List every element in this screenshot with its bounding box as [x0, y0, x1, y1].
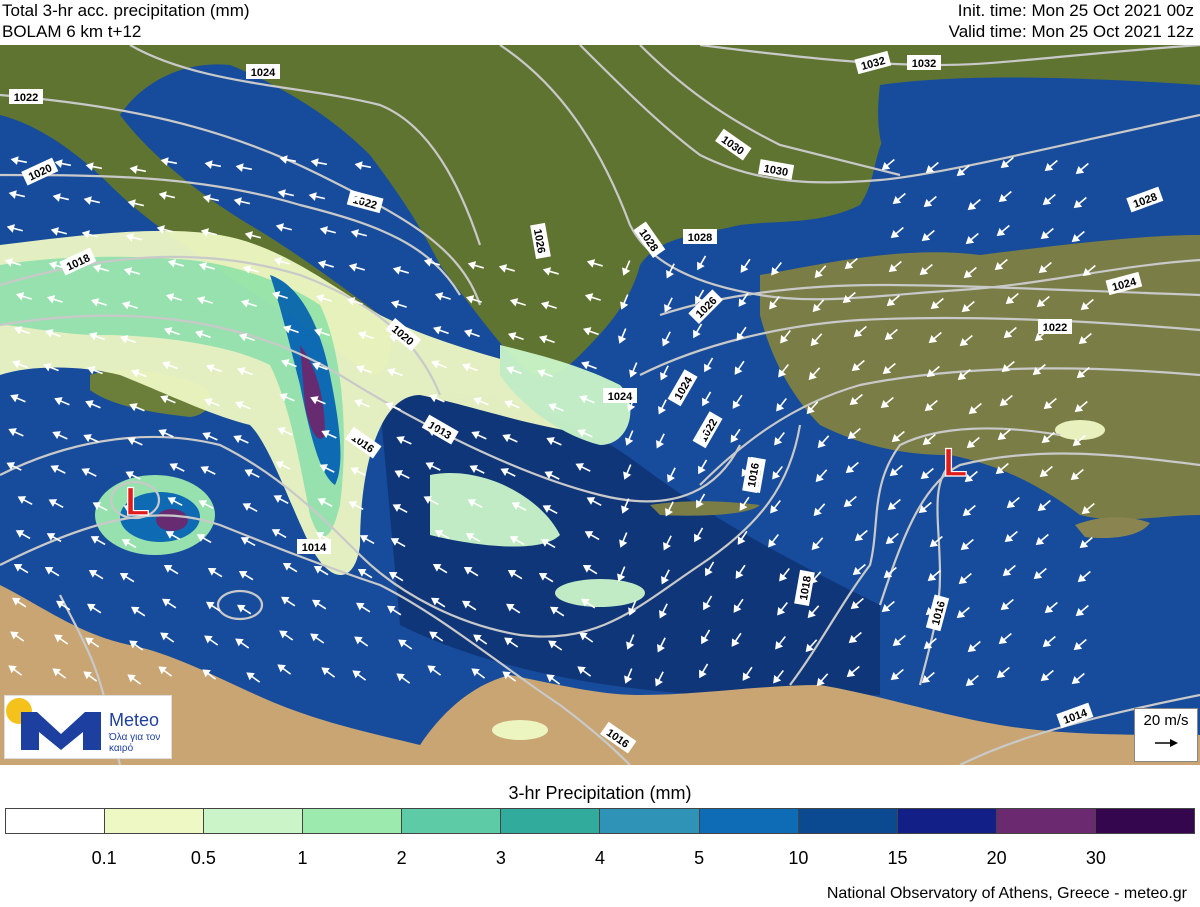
- isobar-label: 1024: [246, 64, 280, 79]
- wind-scale-label: 20 m/s: [1143, 712, 1189, 729]
- low-pressure-marker: L: [125, 480, 149, 524]
- isobar-label-text: 1022: [14, 92, 38, 104]
- isobar-label-text: 1028: [688, 232, 712, 244]
- colorbar-tick-label: 0.5: [190, 848, 216, 868]
- isobar-label-text: 1014: [302, 542, 327, 554]
- colorbar-tick-label: 3: [495, 848, 506, 868]
- colorbar-tick-label: 30: [1085, 848, 1106, 868]
- meteo-logo[interactable]: Meteo Όλα για τον καιρό: [4, 695, 172, 759]
- colorbar-cell: [798, 809, 898, 833]
- colorbar-cell: [600, 809, 700, 833]
- colorbar-cell: [6, 809, 106, 833]
- precip-cell-south: [555, 579, 645, 607]
- colorbar-tick-label: 1: [297, 848, 308, 868]
- colorbar-title: 3-hr Precipitation (mm): [508, 783, 692, 803]
- precip-cell-anatolia: [1055, 420, 1105, 440]
- colorbar-tick-label: 10: [788, 848, 809, 868]
- colorbar-cell: [105, 809, 205, 833]
- wind-scale-key: 20 m/s: [1134, 708, 1198, 762]
- valid-time: Valid time: Mon 25 Oct 2021 12z: [948, 22, 1194, 41]
- colorbar-tick-label: 15: [887, 848, 908, 868]
- colorbar-cell: [897, 809, 997, 833]
- colorbar-tick-label: 5: [694, 848, 705, 868]
- isobar-label: 1028: [683, 229, 717, 244]
- meteo-m-icon: [21, 712, 101, 750]
- isobar-label: 1024: [603, 388, 637, 403]
- precipitation-colorbar: [5, 808, 1195, 834]
- precip-cell-africa: [492, 720, 548, 740]
- logo-brand: Meteo: [109, 710, 160, 730]
- colorbar-tick-label: 4: [594, 848, 606, 868]
- forecast-map: 1032 103210301030102810281028102610261024…: [0, 45, 1200, 765]
- colorbar-cell: [303, 809, 403, 833]
- colorbar-cell: [699, 809, 799, 833]
- isobar-label-text: 1024: [608, 391, 633, 403]
- isobar-label-text: 1032: [912, 58, 936, 70]
- model-label: BOLAM 6 km t+12: [2, 22, 142, 41]
- low-pressure-marker: L: [943, 441, 967, 485]
- isobar-label: 1022: [1038, 319, 1072, 334]
- colorbar-tick-label: 0.1: [91, 848, 117, 868]
- init-time: Init. time: Mon 25 Oct 2021 00z: [957, 1, 1194, 20]
- isobar-label: 1014: [297, 539, 331, 554]
- colorbar-tick-label: 20: [986, 848, 1007, 868]
- logo-tagline: Όλα για τον καιρό: [109, 732, 161, 754]
- colorbar-cell: [402, 809, 502, 833]
- precip-cell-west-core: [156, 509, 188, 531]
- credit-line: National Observatory of Athens, Greece -…: [826, 885, 1187, 902]
- colorbar-cell: [996, 809, 1096, 833]
- right-arrow-icon: [1155, 739, 1178, 747]
- isobar-label-text: 1024: [251, 67, 276, 79]
- colorbar-cell: [501, 809, 601, 833]
- colorbar-tick-label: 2: [396, 848, 407, 868]
- isobar-label: 1032: [907, 55, 941, 70]
- colorbar-cell: [204, 809, 304, 833]
- colorbar-cell: [1095, 809, 1194, 833]
- map-title: Total 3-hr acc. precipitation (mm): [2, 1, 250, 20]
- isobar-label: 1022: [9, 89, 43, 104]
